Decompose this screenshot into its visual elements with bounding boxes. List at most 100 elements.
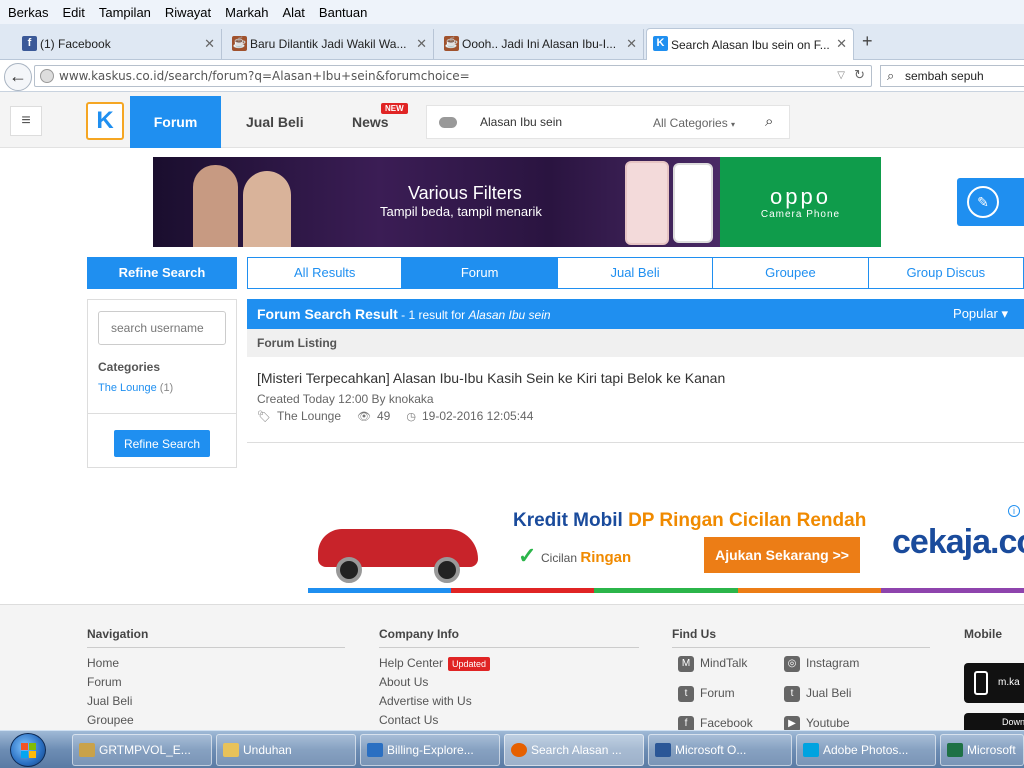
tab-alasan[interactable]: ☕ Oooh.. Jadi Ini Alasan Ibu-I... ✕ xyxy=(438,29,644,59)
taskbar-label: Adobe Photos... xyxy=(823,743,909,757)
footer-heading: Mobile xyxy=(964,627,1002,641)
category-the-lounge[interactable]: The Lounge (1) xyxy=(98,382,173,394)
taskbar-item-billing-explorer[interactable]: Billing-Explore... xyxy=(360,734,500,766)
footer-heading: Company Info xyxy=(379,627,639,648)
menu-alat[interactable]: Alat xyxy=(283,5,305,20)
car-image xyxy=(318,517,478,583)
tab-search-active[interactable]: K Search Alasan Ibu sein on F... ✕ xyxy=(646,28,854,61)
twitter-forum-label: Forum xyxy=(700,686,735,701)
taskbar-item-unduhan[interactable]: Unduhan xyxy=(216,734,356,766)
taskbar-label: Billing-Explore... xyxy=(387,743,474,757)
taskbar-label: Microsoft O... xyxy=(675,743,747,757)
new-badge: NEW xyxy=(381,103,408,114)
globe-icon xyxy=(40,69,54,83)
tab-wakil[interactable]: ☕ Baru Dilantik Jadi Wakil Wa... ✕ xyxy=(226,29,434,59)
cekaja-banner-ad[interactable]: Kredit Mobil DP Ringan Cicilan Rendah ✓ … xyxy=(308,503,1024,593)
address-bar[interactable]: www.kaskus.co.id/search/forum?q=Alasan+I… xyxy=(34,65,872,87)
refine-sidebar: Categories The Lounge (1) Refine Search xyxy=(87,299,237,468)
footer-link-twitter-jual-beli[interactable]: t Jual Beli xyxy=(784,686,851,702)
footer-link-forum[interactable]: Forum xyxy=(87,675,345,694)
reload-icon[interactable]: ↻ xyxy=(854,66,865,86)
result-title-link[interactable]: [Misteri Terpecahkan] Alasan Ibu-Ibu Kas… xyxy=(257,370,725,386)
tag-icon: 🏷 xyxy=(257,410,271,423)
photoshop-icon xyxy=(803,743,819,757)
footer-company-info: Company Info Help Center Updated About Us… xyxy=(379,627,639,732)
mobile-site-button[interactable]: m.ka xyxy=(964,663,1024,703)
ad-ringan: Ringan xyxy=(580,549,632,566)
new-tab-button[interactable]: + xyxy=(862,31,873,52)
ad-headline-highlight: DP Ringan Cicilan Rendah xyxy=(628,510,867,531)
firefox-icon xyxy=(511,743,527,757)
footer-link-home[interactable]: Home xyxy=(87,656,345,675)
ad-cicilan: Cicilan Ringan xyxy=(541,549,631,566)
footer-link-twitter-forum[interactable]: t Forum xyxy=(678,686,735,702)
footer-link-jual-beli[interactable]: Jual Beli xyxy=(87,694,345,713)
mindtalk-icon: M xyxy=(678,656,694,672)
result-info: 🏷 The Lounge 👁 49 ◷ 19-02-2016 12:05:44 xyxy=(257,409,533,423)
taskbar-item-photoshop[interactable]: Adobe Photos... xyxy=(796,734,936,766)
tab-forum[interactable]: Forum xyxy=(402,257,558,289)
menu-berkas[interactable]: Berkas xyxy=(8,5,48,20)
footer-link-instagram[interactable]: ◎ Instagram xyxy=(784,656,859,672)
pencil-icon: ✎ xyxy=(967,186,999,218)
close-icon[interactable]: ✕ xyxy=(204,36,215,52)
footer-mobile: Mobile xyxy=(964,627,1024,655)
result-views: 49 xyxy=(377,409,391,423)
taskbar-item-excel[interactable]: Microsoft xyxy=(940,734,1024,766)
hamburger-menu-icon[interactable]: ≡ xyxy=(10,106,42,136)
create-thread-button[interactable]: ✎ xyxy=(957,178,1024,226)
menu-markah[interactable]: Markah xyxy=(225,5,268,20)
close-icon[interactable]: ✕ xyxy=(836,36,847,52)
search-icon[interactable]: ⌕ xyxy=(765,113,773,130)
menu-riwayat[interactable]: Riwayat xyxy=(165,5,211,20)
browser-search-box[interactable]: ⌕ sembah sepuh xyxy=(880,65,1024,87)
result-category[interactable]: The Lounge xyxy=(277,409,341,423)
back-button[interactable]: ← xyxy=(4,63,32,91)
refine-search-button[interactable]: Refine Search xyxy=(114,430,210,457)
tab-label: Baru Dilantik Jadi Wakil Wa... xyxy=(250,37,407,51)
menu-edit[interactable]: Edit xyxy=(62,5,84,20)
menu-bantuan[interactable]: Bantuan xyxy=(319,5,367,20)
start-button[interactable] xyxy=(10,733,46,767)
excel-icon xyxy=(947,743,963,757)
nav-forum[interactable]: Forum xyxy=(130,96,221,148)
tab-group-discussion[interactable]: Group Discus xyxy=(868,257,1024,289)
kaskus-logo[interactable]: K xyxy=(86,102,124,140)
ajukan-sekarang-button[interactable]: Ajukan Sekarang >> xyxy=(704,537,860,573)
nav-news[interactable]: News xyxy=(352,114,389,130)
taskbar-item-microsoft-office[interactable]: Microsoft O... xyxy=(648,734,792,766)
tab-label: (1) Facebook xyxy=(40,37,111,51)
search-username-input[interactable] xyxy=(98,311,226,345)
forum-search-result-header: Forum Search Result - 1 result for Alasa… xyxy=(247,299,1024,329)
chat-bubble-icon xyxy=(439,117,457,128)
sort-label: Popular xyxy=(953,306,998,321)
dropdown-icon[interactable]: ▽ xyxy=(837,66,845,86)
close-icon[interactable]: ✕ xyxy=(626,36,637,52)
ad-info-icon[interactable]: i xyxy=(1008,505,1020,517)
tab-facebook[interactable]: f (1) Facebook ✕ xyxy=(16,29,222,59)
category-name[interactable]: The Lounge xyxy=(98,382,157,394)
site-search-query[interactable]: Alasan Ibu sein xyxy=(480,115,562,129)
cekaja-logo: cekaja.com xyxy=(892,523,1024,561)
site-search-box[interactable]: Alasan Ibu sein All Categories ▾ ⌕ xyxy=(426,105,790,139)
sort-dropdown[interactable]: Popular ▾ xyxy=(953,299,1008,329)
category-select[interactable]: All Categories ▾ xyxy=(653,116,735,130)
footer-link-about-us[interactable]: About Us xyxy=(379,675,639,694)
category-count: (1) xyxy=(159,382,174,394)
oppo-banner-ad[interactable]: Various Filters Tampil beda, tampil mena… xyxy=(153,157,881,247)
close-icon[interactable]: ✕ xyxy=(416,36,427,52)
taskbar-label: Search Alasan ... xyxy=(531,743,622,757)
tab-all-results[interactable]: All Results xyxy=(247,257,403,289)
taskbar-item-grtmpvol[interactable]: GRTMPVOL_E... xyxy=(72,734,212,766)
help-center-label[interactable]: Help Center xyxy=(379,656,443,670)
tab-jual-beli[interactable]: Jual Beli xyxy=(557,257,714,289)
tab-groupee[interactable]: Groupee xyxy=(713,257,869,289)
nav-jual-beli[interactable]: Jual Beli xyxy=(246,114,304,130)
menu-tampilan[interactable]: Tampilan xyxy=(99,5,151,20)
footer-link-help-center[interactable]: Help Center Updated xyxy=(379,656,639,675)
banner-person xyxy=(243,171,291,247)
footer-link-advertise[interactable]: Advertise with Us xyxy=(379,694,639,713)
ad-cicilan-label: Cicilan xyxy=(541,551,581,565)
taskbar-item-firefox[interactable]: Search Alasan ... xyxy=(504,734,644,766)
footer-link-mindtalk[interactable]: M MindTalk xyxy=(678,656,747,672)
